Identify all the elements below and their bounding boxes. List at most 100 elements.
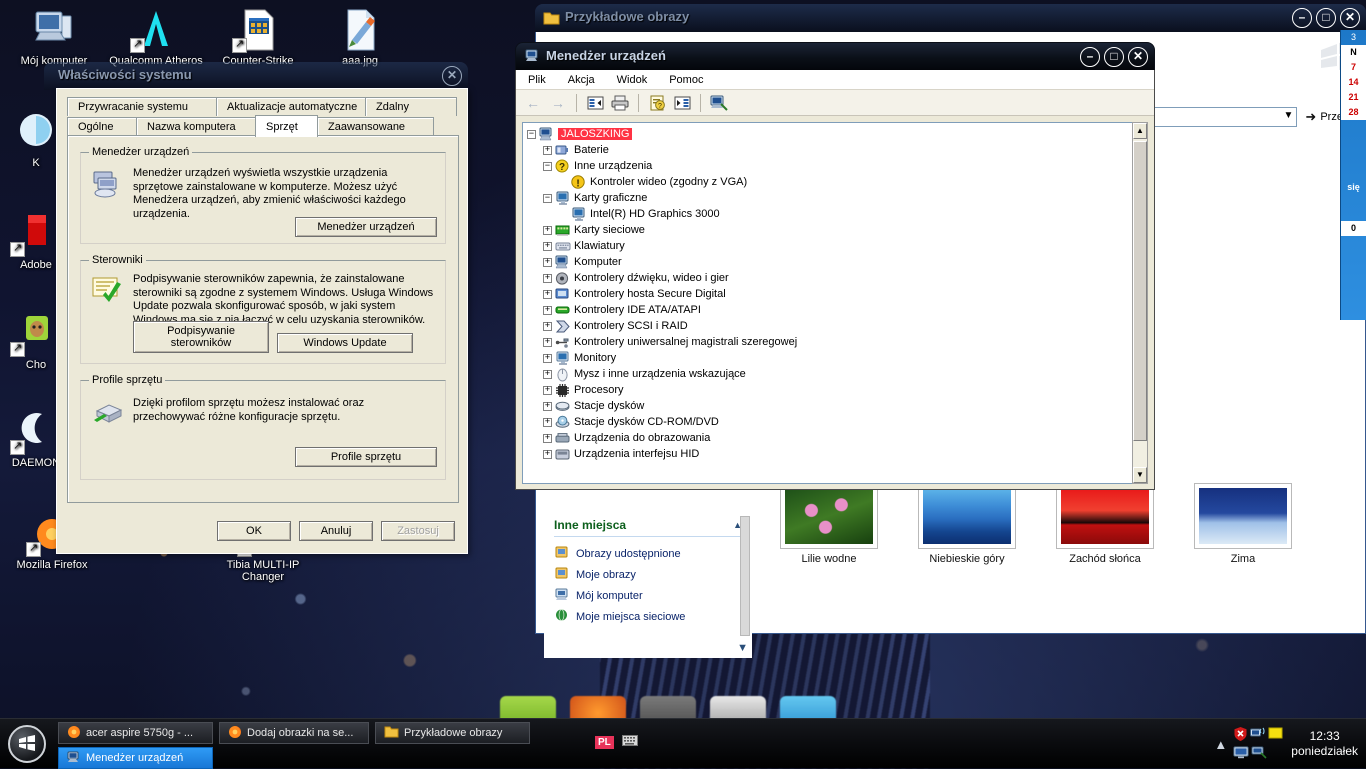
- menu-bar[interactable]: Plik Akcja Widok Pomoc: [516, 70, 1154, 90]
- open-device-manager-button[interactable]: Menedżer urządzeń: [295, 217, 437, 237]
- explorer-titlebar[interactable]: Przykładowe obrazy – □ ✕: [535, 4, 1366, 32]
- device-manager-window-buttons[interactable]: – □ ✕: [1080, 47, 1148, 67]
- device-tree-row[interactable]: Intel(R) HD Graphics 3000: [527, 206, 1147, 222]
- tab-nazwa-komputera[interactable]: Nazwa komputera: [136, 117, 256, 137]
- system-properties-window[interactable]: Właściwości systemu ✕ Przywracanie syste…: [44, 62, 468, 554]
- menu-item-widok[interactable]: Widok: [613, 72, 652, 88]
- scroll-up-button[interactable]: ▲: [1133, 123, 1147, 139]
- scroll-down-button[interactable]: ▼: [1133, 467, 1147, 483]
- tree-expand-icon[interactable]: +: [543, 225, 552, 235]
- device-tree-row[interactable]: ! Kontroler wideo (zgodny z VGA): [527, 174, 1147, 190]
- show-hide-tree-icon[interactable]: [584, 93, 606, 113]
- tab-przywracanie-systemu[interactable]: Przywracanie systemu: [67, 97, 217, 116]
- thumbnail-item[interactable]: Zima: [1195, 484, 1291, 614]
- scan-hardware-icon[interactable]: [708, 93, 730, 113]
- cancel-button[interactable]: Anuluj: [299, 521, 373, 541]
- thumbnail-item[interactable]: Niebieskie góry: [919, 484, 1015, 614]
- device-tree-row[interactable]: + Urządzenia interfejsu HID: [527, 446, 1147, 462]
- taskbar-button-menedzer-urzadzen[interactable]: Menedżer urządzeń: [58, 747, 213, 769]
- tree-expand-icon[interactable]: +: [543, 241, 552, 251]
- start-button[interactable]: [8, 725, 46, 763]
- calendar-day[interactable]: 28: [1341, 105, 1366, 120]
- device-tree-row[interactable]: + Baterie: [527, 142, 1147, 158]
- device-tree[interactable]: − JALOSZKING + Baterie −? Inne urządzenia! Kon…: [522, 122, 1148, 484]
- tab-sprzet[interactable]: Sprzęt: [255, 115, 318, 137]
- close-button[interactable]: ✕: [442, 66, 462, 86]
- tab-aktualizacje-automatyczne[interactable]: Aktualizacje automatyczne: [216, 97, 366, 116]
- chevron-down-icon[interactable]: ▼: [1284, 110, 1294, 121]
- language-indicator[interactable]: PL: [595, 735, 614, 749]
- tab-zdalny[interactable]: Zdalny: [365, 97, 457, 116]
- clock[interactable]: 12:33 poniedziałek: [1291, 729, 1358, 759]
- ok-button[interactable]: OK: [217, 521, 291, 541]
- keyboard-icon[interactable]: [621, 735, 638, 749]
- system-properties-titlebar[interactable]: Właściwości systemu ✕: [44, 62, 468, 90]
- tab-zaawansowane[interactable]: Zaawansowane: [317, 117, 434, 137]
- calendar-day[interactable]: 7: [1341, 60, 1366, 75]
- tree-expand-icon[interactable]: +: [543, 401, 552, 411]
- chevron-up-icon[interactable]: ▲: [1214, 737, 1227, 752]
- tree-collapse-icon[interactable]: −: [527, 129, 536, 139]
- other-places-header[interactable]: Inne miejsca ▲: [544, 510, 752, 536]
- device-tree-row[interactable]: − JALOSZKING: [527, 126, 1147, 142]
- thumbnail-item[interactable]: Lilie wodne: [781, 484, 877, 614]
- toolbar[interactable]: ← → ?: [516, 90, 1154, 116]
- thumbnail-item[interactable]: Zachód słońca: [1057, 484, 1153, 614]
- taskbar-button-acer-aspire[interactable]: acer aspire 5750g - ...: [58, 722, 213, 744]
- menu-item-pomoc[interactable]: Pomoc: [665, 72, 707, 88]
- system-properties-window-buttons[interactable]: ✕: [442, 66, 462, 86]
- printer-icon[interactable]: [1251, 746, 1267, 762]
- taskbar-button-dodaj-obrazki[interactable]: Dodaj obrazki na se...: [219, 722, 369, 744]
- scroll-thumb[interactable]: [1133, 141, 1147, 441]
- other-places-item-my-computer[interactable]: Mój komputer: [544, 585, 752, 606]
- device-tree-row[interactable]: + Karty sieciowe: [527, 222, 1147, 238]
- desktop-icon-qualcomm-atheros[interactable]: Qualcomm Atheros: [108, 8, 204, 67]
- calendar-sidebar[interactable]: 3 N 7 14 21 28 się 0: [1340, 30, 1366, 320]
- minimize-button[interactable]: –: [1080, 47, 1100, 67]
- tree-expand-icon[interactable]: +: [543, 337, 552, 347]
- desktop-icon-aaa-jpg[interactable]: aaa.jpg: [312, 8, 408, 67]
- tree-expand-icon[interactable]: +: [543, 385, 552, 395]
- other-places-item-my-pictures[interactable]: Moje obrazy: [544, 564, 752, 585]
- other-places-item-shared-pictures[interactable]: Obrazy udostępnione: [544, 543, 752, 564]
- thumbnail-grid[interactable]: Lilie wodne Niebieskie góry Zachód słońc…: [781, 484, 1361, 614]
- device-tree-row[interactable]: + Klawiatury: [527, 238, 1147, 254]
- windows-update-button[interactable]: Windows Update: [277, 333, 413, 353]
- tree-expand-icon[interactable]: +: [543, 369, 552, 379]
- other-places-panel[interactable]: Inne miejsca ▲ Obrazy udostępnione Moje …: [544, 510, 752, 658]
- explorer-window-buttons[interactable]: – □ ✕: [1292, 8, 1360, 28]
- taskbar-buttons-row-2[interactable]: Menedżer urządzeń: [58, 747, 213, 769]
- desktop-icon-my-computer[interactable]: Mój komputer: [6, 8, 102, 67]
- hardware-profiles-button[interactable]: Profile sprzętu: [295, 447, 437, 467]
- tab-row-1[interactable]: Przywracanie systemu Aktualizacje automa…: [67, 97, 459, 116]
- maximize-button[interactable]: □: [1316, 8, 1336, 28]
- tree-expand-icon[interactable]: +: [543, 145, 552, 155]
- desktop-icon-counter-strike[interactable]: Counter-Strike: [210, 8, 306, 67]
- details-pane-icon[interactable]: [671, 93, 693, 113]
- close-button[interactable]: ✕: [1128, 47, 1148, 67]
- device-tree-row[interactable]: −? Inne urządzenia: [527, 158, 1147, 174]
- maximize-button[interactable]: □: [1104, 47, 1124, 67]
- device-tree-row[interactable]: + Kontrolery hosta Secure Digital: [527, 286, 1147, 302]
- other-places-item-network-places[interactable]: Moje miejsca sieciowe: [544, 606, 752, 627]
- system-tray[interactable]: ▲ 12:33 poniedziałek: [1214, 719, 1358, 769]
- device-tree-rows[interactable]: − JALOSZKING + Baterie −? Inne urządzenia! Kon…: [523, 123, 1147, 462]
- tree-expand-icon[interactable]: +: [543, 305, 552, 315]
- device-tree-row[interactable]: + Stacje dysków: [527, 398, 1147, 414]
- panel-scrollbar[interactable]: [740, 516, 750, 636]
- device-tree-row[interactable]: + Monitory: [527, 350, 1147, 366]
- device-tree-row[interactable]: + Stacje dysków CD-ROM/DVD: [527, 414, 1147, 430]
- monitor-icon[interactable]: [1233, 746, 1249, 762]
- device-tree-row[interactable]: + Kontrolery SCSI i RAID: [527, 318, 1147, 334]
- close-button[interactable]: ✕: [1340, 8, 1360, 28]
- tree-expand-icon[interactable]: +: [543, 417, 552, 427]
- tab-ogolne[interactable]: Ogólne: [67, 117, 137, 137]
- driver-signing-button[interactable]: Podpisywanie sterowników: [133, 321, 269, 353]
- device-manager-titlebar[interactable]: Menedżer urządzeń – □ ✕: [515, 42, 1155, 70]
- tree-expand-icon[interactable]: +: [543, 273, 552, 283]
- device-tree-scrollbar[interactable]: ▲ ▼: [1132, 122, 1148, 484]
- device-manager-window[interactable]: Menedżer urządzeń – □ ✕ Plik Akcja Widok…: [515, 42, 1155, 490]
- device-tree-row[interactable]: + Komputer: [527, 254, 1147, 270]
- tree-collapse-icon[interactable]: −: [543, 161, 552, 171]
- print-icon[interactable]: [609, 93, 631, 113]
